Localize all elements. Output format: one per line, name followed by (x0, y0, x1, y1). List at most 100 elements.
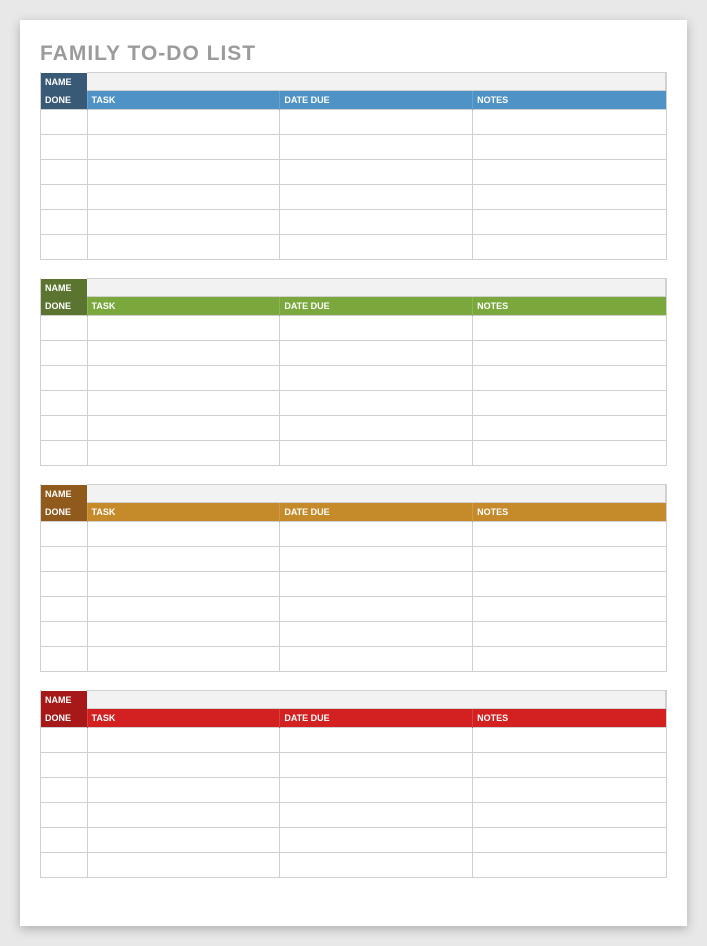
cell-notes[interactable] (473, 366, 666, 391)
name-field[interactable] (87, 485, 666, 503)
cell-date-due[interactable] (280, 728, 473, 753)
cell-done[interactable] (41, 803, 87, 828)
name-field[interactable] (87, 691, 666, 709)
cell-done[interactable] (41, 572, 87, 597)
cell-date-due[interactable] (280, 341, 473, 366)
cell-notes[interactable] (473, 778, 666, 803)
cell-date-due[interactable] (280, 853, 473, 878)
cell-task[interactable] (87, 341, 280, 366)
cell-task[interactable] (87, 853, 280, 878)
cell-done[interactable] (41, 622, 87, 647)
cell-task[interactable] (87, 572, 280, 597)
cell-done[interactable] (41, 316, 87, 341)
cell-task[interactable] (87, 210, 280, 235)
cell-task[interactable] (87, 728, 280, 753)
cell-date-due[interactable] (280, 210, 473, 235)
cell-notes[interactable] (473, 522, 666, 547)
cell-done[interactable] (41, 135, 87, 160)
cell-notes[interactable] (473, 235, 666, 260)
cell-date-due[interactable] (280, 522, 473, 547)
cell-task[interactable] (87, 803, 280, 828)
cell-done[interactable] (41, 547, 87, 572)
cell-done[interactable] (41, 160, 87, 185)
cell-task[interactable] (87, 522, 280, 547)
cell-done[interactable] (41, 753, 87, 778)
cell-notes[interactable] (473, 622, 666, 647)
cell-notes[interactable] (473, 185, 666, 210)
cell-done[interactable] (41, 522, 87, 547)
cell-task[interactable] (87, 753, 280, 778)
cell-date-due[interactable] (280, 828, 473, 853)
cell-notes[interactable] (473, 135, 666, 160)
cell-task[interactable] (87, 391, 280, 416)
cell-notes[interactable] (473, 316, 666, 341)
cell-notes[interactable] (473, 828, 666, 853)
cell-date-due[interactable] (280, 753, 473, 778)
cell-notes[interactable] (473, 728, 666, 753)
cell-done[interactable] (41, 366, 87, 391)
cell-done[interactable] (41, 185, 87, 210)
cell-task[interactable] (87, 235, 280, 260)
cell-notes[interactable] (473, 803, 666, 828)
cell-date-due[interactable] (280, 185, 473, 210)
cell-task[interactable] (87, 622, 280, 647)
cell-date-due[interactable] (280, 441, 473, 466)
cell-date-due[interactable] (280, 572, 473, 597)
cell-notes[interactable] (473, 441, 666, 466)
cell-date-due[interactable] (280, 316, 473, 341)
cell-done[interactable] (41, 110, 87, 135)
cell-date-due[interactable] (280, 647, 473, 672)
cell-done[interactable] (41, 441, 87, 466)
cell-done[interactable] (41, 235, 87, 260)
cell-task[interactable] (87, 647, 280, 672)
cell-task[interactable] (87, 441, 280, 466)
cell-date-due[interactable] (280, 235, 473, 260)
cell-done[interactable] (41, 828, 87, 853)
cell-done[interactable] (41, 728, 87, 753)
cell-date-due[interactable] (280, 803, 473, 828)
cell-notes[interactable] (473, 110, 666, 135)
cell-done[interactable] (41, 597, 87, 622)
cell-done[interactable] (41, 341, 87, 366)
cell-task[interactable] (87, 416, 280, 441)
cell-task[interactable] (87, 828, 280, 853)
cell-date-due[interactable] (280, 160, 473, 185)
cell-notes[interactable] (473, 341, 666, 366)
cell-notes[interactable] (473, 160, 666, 185)
cell-notes[interactable] (473, 547, 666, 572)
cell-notes[interactable] (473, 572, 666, 597)
cell-date-due[interactable] (280, 597, 473, 622)
cell-notes[interactable] (473, 853, 666, 878)
cell-notes[interactable] (473, 416, 666, 441)
cell-task[interactable] (87, 160, 280, 185)
name-field[interactable] (87, 279, 666, 297)
cell-done[interactable] (41, 391, 87, 416)
cell-date-due[interactable] (280, 366, 473, 391)
cell-done[interactable] (41, 416, 87, 441)
cell-task[interactable] (87, 778, 280, 803)
cell-notes[interactable] (473, 753, 666, 778)
cell-task[interactable] (87, 185, 280, 210)
cell-date-due[interactable] (280, 135, 473, 160)
cell-task[interactable] (87, 547, 280, 572)
cell-date-due[interactable] (280, 547, 473, 572)
cell-task[interactable] (87, 366, 280, 391)
cell-task[interactable] (87, 135, 280, 160)
cell-done[interactable] (41, 778, 87, 803)
cell-task[interactable] (87, 110, 280, 135)
cell-date-due[interactable] (280, 110, 473, 135)
cell-date-due[interactable] (280, 416, 473, 441)
name-field[interactable] (87, 73, 666, 91)
cell-done[interactable] (41, 210, 87, 235)
cell-notes[interactable] (473, 391, 666, 416)
cell-date-due[interactable] (280, 622, 473, 647)
cell-date-due[interactable] (280, 778, 473, 803)
cell-notes[interactable] (473, 210, 666, 235)
cell-task[interactable] (87, 316, 280, 341)
cell-date-due[interactable] (280, 391, 473, 416)
cell-done[interactable] (41, 647, 87, 672)
cell-done[interactable] (41, 853, 87, 878)
cell-notes[interactable] (473, 647, 666, 672)
cell-notes[interactable] (473, 597, 666, 622)
cell-task[interactable] (87, 597, 280, 622)
